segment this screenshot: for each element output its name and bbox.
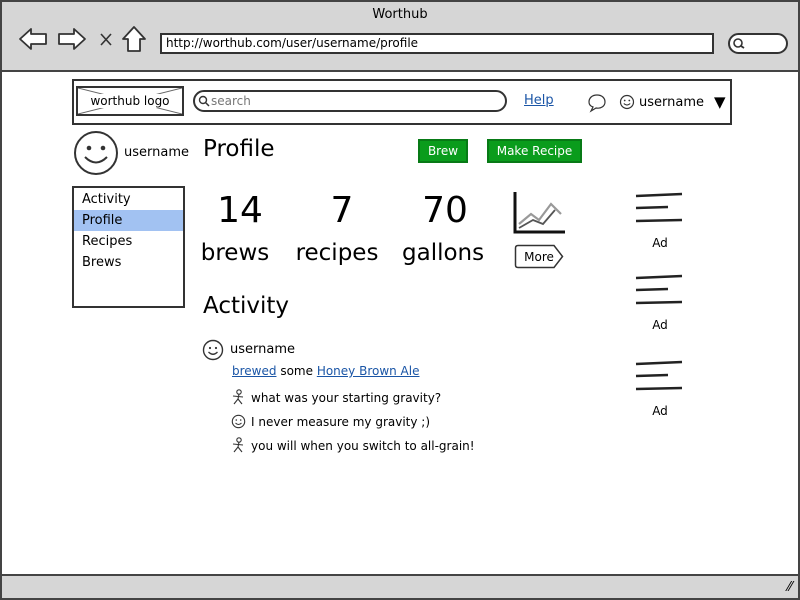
sidebar-item-activity[interactable]: Activity [74, 189, 183, 210]
chevron-down-icon[interactable]: ▼ [714, 93, 726, 111]
site-header: worthub logo search Help username ▼ [72, 79, 732, 125]
header-username: username [639, 94, 704, 110]
recipe-link[interactable]: Honey Brown Ale [317, 364, 420, 378]
stat-brews-value: 14 [217, 190, 263, 231]
smiley-icon [74, 131, 118, 175]
feed-username: username [230, 342, 295, 357]
feed-action: brewed some Honey Brown Ale [232, 364, 420, 378]
activity-title: Activity [203, 293, 290, 319]
search-input[interactable]: search [193, 90, 507, 112]
comment-text: I never measure my gravity ;) [251, 414, 431, 429]
smiley-icon [619, 94, 635, 110]
search-placeholder: search [211, 94, 251, 108]
comment-text: what was your starting gravity? [251, 390, 442, 405]
stat-brews-label: brews [200, 240, 270, 266]
ad-block[interactable]: Ad [634, 192, 686, 250]
resize-grip-icon[interactable]: ⁄⁄ [788, 580, 792, 595]
ad-label: Ad [652, 236, 668, 250]
text-lines-icon [635, 274, 683, 305]
comment-item: you will when you switch to all-grain! [231, 437, 475, 454]
sidebar-nav: Activity Profile Recipes Brews [72, 186, 185, 308]
browser-search-button[interactable] [728, 33, 788, 54]
more-button-label: More [524, 249, 554, 264]
brew-button[interactable]: Brew [418, 139, 468, 163]
url-input[interactable]: http://worthub.com/user/username/profile [160, 33, 714, 54]
ad-block[interactable]: Ad [634, 274, 686, 332]
comment-item: what was your starting gravity? [231, 389, 441, 406]
ad-label: Ad [652, 318, 668, 332]
page-title: Profile [203, 136, 275, 162]
browser-statusbar: ⁄⁄ [2, 574, 798, 598]
home-icon[interactable] [120, 24, 150, 54]
browser-titlebar: Worthub http://worthub.com/user/username… [2, 2, 798, 72]
stick-figure-icon [232, 437, 244, 453]
stat-recipes-label: recipes [295, 240, 379, 266]
comment-text: you will when you switch to all-grain! [251, 438, 475, 453]
brewed-link[interactable]: brewed [232, 364, 276, 378]
sidebar-username: username [124, 145, 189, 160]
line-chart-icon [511, 190, 569, 242]
stat-recipes-value: 7 [330, 190, 354, 231]
stick-figure-icon [232, 389, 244, 405]
text-lines-icon [635, 360, 683, 391]
ad-label: Ad [652, 404, 668, 418]
logo-text: worthub logo [88, 94, 172, 108]
stat-gallons-value: 70 [422, 190, 468, 231]
smiley-icon [231, 414, 246, 429]
window-title: Worthub [372, 7, 428, 22]
sidebar-item-recipes[interactable]: Recipes [74, 231, 183, 252]
forward-arrow-icon[interactable] [57, 24, 87, 54]
text-lines-icon [635, 192, 683, 223]
user-menu[interactable]: username ▼ [619, 93, 726, 111]
search-icon [733, 38, 745, 49]
logo[interactable]: worthub logo [76, 86, 184, 116]
comment-item: I never measure my gravity ;) [231, 414, 430, 429]
make-recipe-button[interactable]: Make Recipe [487, 139, 582, 163]
browser-window: Worthub http://worthub.com/user/username… [0, 0, 800, 600]
sidebar-item-profile[interactable]: Profile [74, 210, 183, 231]
feed-action-text: some [280, 364, 313, 378]
avatar [72, 129, 120, 181]
sidebar-item-brews[interactable]: Brews [74, 252, 183, 273]
search-icon [198, 95, 210, 107]
more-button[interactable]: More [514, 244, 564, 269]
ad-block[interactable]: Ad [634, 360, 686, 418]
back-arrow-icon[interactable] [18, 24, 48, 54]
feed-avatar [202, 339, 224, 365]
chat-bubble-icon[interactable] [587, 93, 607, 117]
help-link[interactable]: Help [524, 93, 554, 108]
stat-gallons-label: gallons [402, 240, 485, 266]
smiley-icon [202, 339, 224, 361]
